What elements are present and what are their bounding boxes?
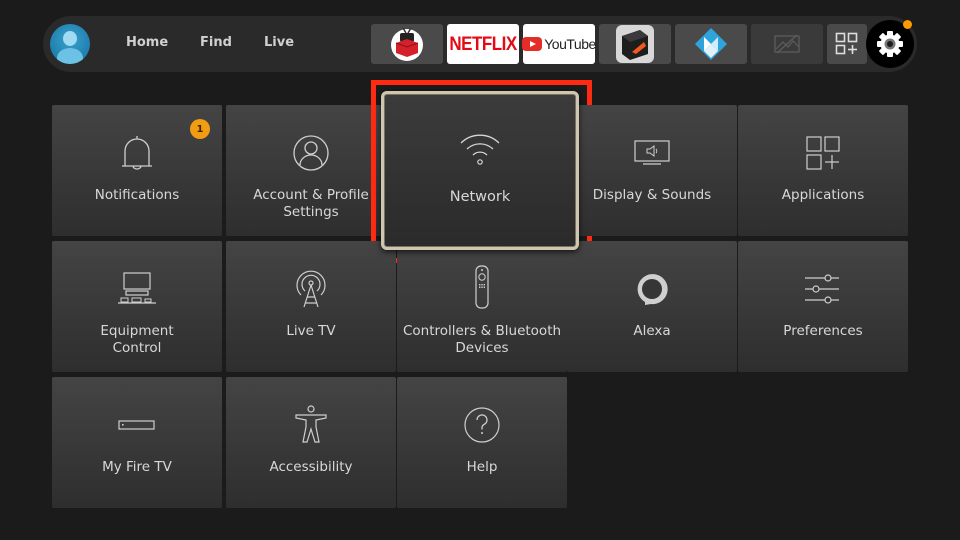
fire-tv-device-icon — [52, 405, 222, 445]
tile-label: Network — [449, 189, 511, 205]
help-icon — [397, 405, 567, 445]
apps-grid-plus-icon — [835, 32, 858, 55]
tile-label: Notifications — [94, 187, 180, 203]
tile-live-tv[interactable]: Live TV — [226, 241, 396, 372]
tile-label: Live TV — [286, 323, 336, 339]
tile-label: Equipment Control — [100, 323, 174, 356]
kodi-icon — [695, 28, 727, 60]
apps-grid-plus-icon — [738, 133, 908, 173]
tile-label: Applications — [781, 187, 865, 203]
image-placeholder-icon — [774, 34, 800, 54]
tile-label: My Fire TV — [102, 459, 172, 475]
settings-notification-dot — [903, 20, 912, 29]
nav-find[interactable]: Find — [200, 35, 232, 50]
tile-label: Preferences — [783, 323, 863, 339]
netflix-logo: NETFLIX — [449, 32, 517, 55]
antenna-icon — [226, 269, 396, 309]
tile-notifications[interactable]: 1 Notifications — [52, 105, 222, 236]
nav-home[interactable]: Home — [126, 35, 168, 50]
tile-label: Alexa — [633, 323, 671, 339]
app-downloader[interactable] — [599, 24, 671, 64]
tile-accessibility[interactable]: Accessibility — [226, 377, 396, 508]
tile-controllers-bluetooth[interactable]: Controllers & Bluetooth Devices — [397, 241, 567, 372]
notification-badge: 1 — [190, 119, 210, 139]
gear-icon — [877, 31, 903, 57]
all-apps-button[interactable] — [827, 24, 867, 64]
tile-alexa[interactable]: Alexa — [567, 241, 737, 372]
nav-live[interactable]: Live — [264, 35, 294, 50]
tile-help[interactable]: Help — [397, 377, 567, 508]
app-youtube[interactable]: YouTube — [522, 24, 596, 64]
app-netflix[interactable]: NETFLIX — [447, 24, 519, 64]
tile-display-sounds[interactable]: Display & Sounds — [567, 105, 737, 236]
tile-network[interactable]: Network — [381, 91, 579, 250]
tile-applications[interactable]: Applications — [738, 105, 908, 236]
app-placeholder[interactable] — [751, 24, 823, 64]
sliders-icon — [738, 269, 908, 309]
tile-label: Controllers & Bluetooth Devices — [402, 323, 562, 356]
tile-equipment-control[interactable]: Equipment Control — [52, 241, 222, 372]
equipment-icon — [52, 269, 222, 309]
tile-label: Help — [466, 459, 498, 475]
alexa-icon — [567, 269, 737, 309]
app-kodi[interactable] — [675, 24, 747, 64]
wifi-icon — [381, 129, 579, 169]
app-redbox-tv[interactable] — [371, 24, 443, 64]
redbox-tv-icon — [391, 27, 423, 61]
profile-avatar[interactable] — [50, 24, 90, 64]
bell-icon — [52, 133, 222, 173]
youtube-logo: YouTube — [522, 36, 596, 52]
tile-label: Display & Sounds — [592, 187, 712, 203]
tile-my-fire-tv[interactable]: My Fire TV — [52, 377, 222, 508]
remote-icon — [397, 265, 567, 309]
tile-label: Accessibility — [269, 459, 353, 475]
tile-preferences[interactable]: Preferences — [738, 241, 908, 372]
tv-speaker-icon — [567, 133, 737, 173]
downloader-icon — [616, 25, 654, 63]
accessibility-icon — [226, 405, 396, 445]
